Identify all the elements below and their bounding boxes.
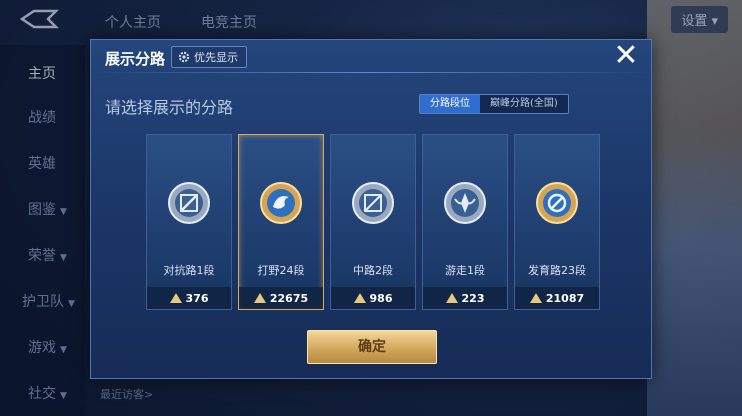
segment-tabs: 分路段位 巅峰分路(全国)	[419, 94, 569, 114]
lane-score-value: 986	[369, 291, 393, 305]
lane-display-dialog: 展示分路 优先显示 ✕ 请选择展示的分路 分路段位 巅峰分路(全国) 对抗路1段…	[90, 39, 652, 379]
lane-card-top[interactable]: 对抗路1段 376	[146, 134, 232, 310]
lane-score: 376	[147, 287, 231, 309]
lane-name: 对抗路1段	[163, 264, 215, 277]
lane-score: 223	[423, 287, 507, 309]
confirm-button[interactable]: 确定	[307, 330, 437, 364]
rank-star-icon	[169, 293, 182, 303]
dragon-badge-icon	[260, 182, 302, 224]
lane-cards: 对抗路1段 376 打野24段 22675 中路2段 986 游走1段 223 …	[146, 134, 600, 310]
lane-card-bottom[interactable]: 发育路23段 21087	[514, 134, 600, 310]
lane-score-value: 22675	[269, 291, 309, 305]
lane-score-value: 223	[461, 291, 485, 305]
lane-score-value: 376	[185, 291, 209, 305]
lane-card-support[interactable]: 游走1段 223	[422, 134, 508, 310]
selection-prompt: 请选择展示的分路	[105, 98, 234, 117]
title-divider	[91, 72, 651, 73]
tab-peak-lane[interactable]: 巅峰分路(全国)	[480, 95, 568, 113]
mage-badge-icon	[352, 182, 394, 224]
lane-score: 22675	[239, 287, 323, 309]
marksman-badge-icon	[536, 182, 578, 224]
lane-score-value: 21087	[545, 291, 585, 305]
lane-name: 中路2段	[353, 264, 393, 277]
rank-star-icon	[445, 293, 458, 303]
tab-lane-rank[interactable]: 分路段位	[420, 95, 480, 113]
priority-display-label: 优先显示	[194, 51, 238, 64]
priority-display-button[interactable]: 优先显示	[171, 46, 247, 68]
rank-star-icon	[353, 293, 366, 303]
swords-badge-icon	[168, 182, 210, 224]
rank-star-icon	[253, 293, 266, 303]
lane-card-jungle[interactable]: 打野24段 22675	[238, 134, 324, 310]
lane-score: 21087	[515, 287, 599, 309]
dialog-title: 展示分路	[105, 50, 166, 68]
gear-icon	[178, 51, 190, 63]
close-icon[interactable]: ✕	[611, 41, 641, 72]
lane-name: 游走1段	[445, 264, 485, 277]
lane-card-mid[interactable]: 中路2段 986	[330, 134, 416, 310]
rank-star-icon	[529, 293, 542, 303]
lane-name: 发育路23段	[528, 264, 586, 277]
lane-score: 986	[331, 287, 415, 309]
support-badge-icon	[444, 182, 486, 224]
lane-name: 打野24段	[257, 264, 305, 277]
